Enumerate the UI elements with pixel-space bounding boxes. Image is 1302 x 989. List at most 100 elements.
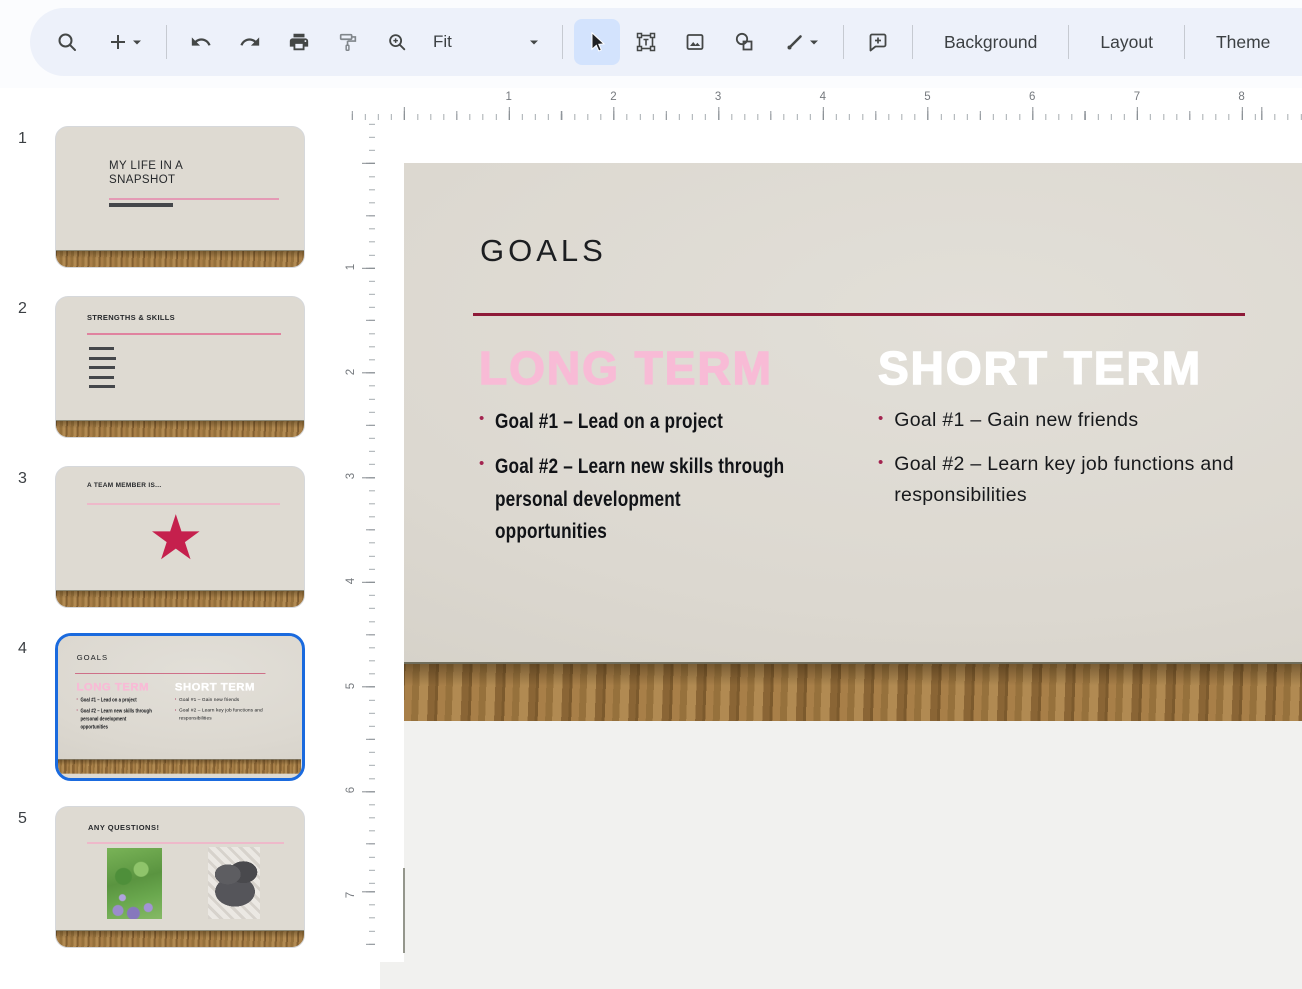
list-item[interactable]: • Goal #1 – Lead on a project bbox=[479, 405, 864, 437]
redo-button[interactable] bbox=[227, 19, 273, 65]
wood-floor bbox=[56, 420, 304, 437]
toolbar-divider bbox=[912, 25, 913, 59]
add-comment-icon bbox=[866, 30, 890, 54]
google-slides-app: { "toolbar": { "fit_label": "Fit", "back… bbox=[0, 0, 1302, 989]
ruler-tick-label: 7 bbox=[1134, 91, 1140, 103]
list-item[interactable]: •Goal #2 – Learn new skills through pers… bbox=[479, 450, 864, 547]
list-line-placeholder bbox=[89, 347, 114, 350]
ruler-tick-label: 8 bbox=[1238, 91, 1244, 103]
list-item[interactable]: •Goal #2 – Learn key job functions and r… bbox=[878, 449, 1256, 511]
wood-floor bbox=[58, 759, 301, 774]
slide-canvas[interactable]: GOALS LONG TERM • Goal #1 – Lead on a pro… bbox=[404, 163, 1302, 721]
bullet: • bbox=[175, 707, 176, 722]
paint-roller-icon bbox=[337, 31, 359, 53]
theme-button[interactable]: Theme bbox=[1196, 19, 1290, 65]
goal-item-text: Goal #2 – Learn new skills through perso… bbox=[495, 450, 790, 547]
ruler-tick-label: 1 bbox=[505, 91, 511, 103]
undo-button[interactable] bbox=[178, 19, 224, 65]
chevron-down-icon bbox=[529, 39, 539, 46]
text-box-icon bbox=[634, 30, 658, 54]
select-tool-button[interactable] bbox=[574, 19, 620, 65]
slide-thumbnail-5[interactable]: ANY QUESTIONS! bbox=[55, 806, 305, 948]
slide-thumbnail-4-selected[interactable]: GOALS LONG TERM •Goal #1 – Lead on a pro… bbox=[55, 633, 305, 781]
goal-item-text: Goal #2 – Learn key job functions and re… bbox=[894, 449, 1256, 511]
mini-short-term-heading: SHORT TERM bbox=[175, 679, 268, 693]
paint-format-button[interactable] bbox=[325, 19, 371, 65]
theme-button-label: Theme bbox=[1216, 32, 1270, 53]
text-box-button[interactable] bbox=[623, 19, 669, 65]
list-line-placeholder bbox=[89, 366, 115, 369]
slide-number: 1 bbox=[18, 130, 27, 148]
page-edge-line bbox=[403, 868, 405, 953]
add-comment-button[interactable] bbox=[855, 19, 901, 65]
search-icon bbox=[55, 30, 79, 54]
toolbar-divider bbox=[1184, 25, 1185, 59]
background-button[interactable]: Background bbox=[924, 19, 1057, 65]
list-item[interactable]: •Goal #1 – Gain new friends bbox=[878, 405, 1256, 436]
divider-line[interactable] bbox=[473, 313, 1245, 316]
redo-icon bbox=[239, 31, 261, 53]
layout-button-label: Layout bbox=[1100, 32, 1153, 53]
long-term-heading[interactable]: LONG TERM bbox=[479, 339, 864, 397]
ruler-tick-label: 2 bbox=[345, 369, 357, 375]
slide-thumbnail-3[interactable]: A TEAM MEMBER IS... ★ bbox=[55, 466, 305, 608]
bullet: • bbox=[479, 450, 484, 547]
ruler-tick-label: 3 bbox=[715, 91, 721, 103]
long-term-column[interactable]: LONG TERM • Goal #1 – Lead on a project •… bbox=[479, 339, 864, 560]
background-button-label: Background bbox=[944, 32, 1037, 53]
slide-thumbnail-1[interactable]: MY LIFE IN A SNAPSHOT bbox=[55, 126, 305, 268]
insert-line-button[interactable] bbox=[770, 19, 832, 65]
ruler-tick-label: 4 bbox=[345, 578, 357, 584]
mini-divider-line bbox=[75, 673, 265, 674]
toolbar-divider bbox=[562, 25, 563, 59]
new-slide-button[interactable] bbox=[93, 19, 155, 65]
slide-title[interactable]: GOALS bbox=[480, 233, 607, 269]
cursor-icon bbox=[585, 30, 609, 54]
insert-shape-button[interactable] bbox=[721, 19, 767, 65]
slide-number: 2 bbox=[18, 300, 27, 318]
wood-floor bbox=[56, 250, 304, 267]
ruler-tick-label: 5 bbox=[924, 91, 930, 103]
cats-photo bbox=[208, 847, 260, 919]
wood-floor bbox=[56, 590, 304, 607]
mini-goal-item: Goal #2 – Learn new skills through perso… bbox=[81, 707, 154, 731]
long-term-list[interactable]: •Goal #1 – Lead on a project •Goal #2 – … bbox=[479, 405, 864, 547]
mini-goal-item: Goal #1 – Lead on a project bbox=[81, 696, 154, 704]
bullet: • bbox=[878, 449, 883, 511]
short-term-column[interactable]: SHORT TERM •Goal #1 – Gain new friends •… bbox=[878, 339, 1256, 525]
short-term-list[interactable]: •Goal #1 – Gain new friends •Goal #2 – L… bbox=[878, 405, 1256, 512]
accent-line bbox=[87, 842, 284, 844]
flowers-photo bbox=[107, 848, 162, 919]
bullet: • bbox=[175, 696, 176, 704]
plus-icon bbox=[106, 30, 130, 54]
ruler-tick-label: 2 bbox=[610, 91, 616, 103]
slide-thumbnail-2[interactable]: STRENGTHS & SKILLS bbox=[55, 296, 305, 438]
goal-item-text: Goal #1 – Lead on a project bbox=[495, 405, 790, 437]
print-button[interactable] bbox=[276, 19, 322, 65]
canvas-background bbox=[404, 721, 1302, 989]
accent-line bbox=[87, 333, 281, 335]
ruler-tick-label: 7 bbox=[345, 892, 357, 898]
ruler-tick-label: 3 bbox=[345, 473, 357, 479]
slide-number: 4 bbox=[18, 640, 27, 658]
bullet: • bbox=[479, 405, 484, 437]
list-line-placeholder bbox=[89, 376, 114, 379]
wood-floor bbox=[56, 930, 304, 947]
ruler-tick-label: 1 bbox=[345, 264, 357, 270]
slide[interactable]: GOALS LONG TERM • Goal #1 – Lead on a pro… bbox=[404, 163, 1302, 721]
list-line-placeholder bbox=[89, 357, 116, 360]
insert-image-button[interactable] bbox=[672, 19, 718, 65]
layout-button[interactable]: Layout bbox=[1080, 19, 1173, 65]
thumb-title: A TEAM MEMBER IS... bbox=[87, 482, 161, 489]
toolbar-divider bbox=[166, 25, 167, 59]
canvas-background bbox=[380, 962, 420, 989]
mini-goal-item: Goal #1 – Gain new friends bbox=[179, 696, 239, 704]
wood-floor bbox=[404, 662, 1302, 721]
thumb-title: ANY QUESTIONS! bbox=[88, 823, 159, 832]
search-button[interactable] bbox=[44, 19, 90, 65]
short-term-heading[interactable]: SHORT TERM bbox=[878, 339, 1256, 397]
zoom-button[interactable] bbox=[374, 19, 420, 65]
top-bar: Fit Background Layout bbox=[0, 0, 1302, 88]
zoom-select[interactable]: Fit bbox=[423, 19, 551, 65]
slide-number: 3 bbox=[18, 470, 27, 488]
